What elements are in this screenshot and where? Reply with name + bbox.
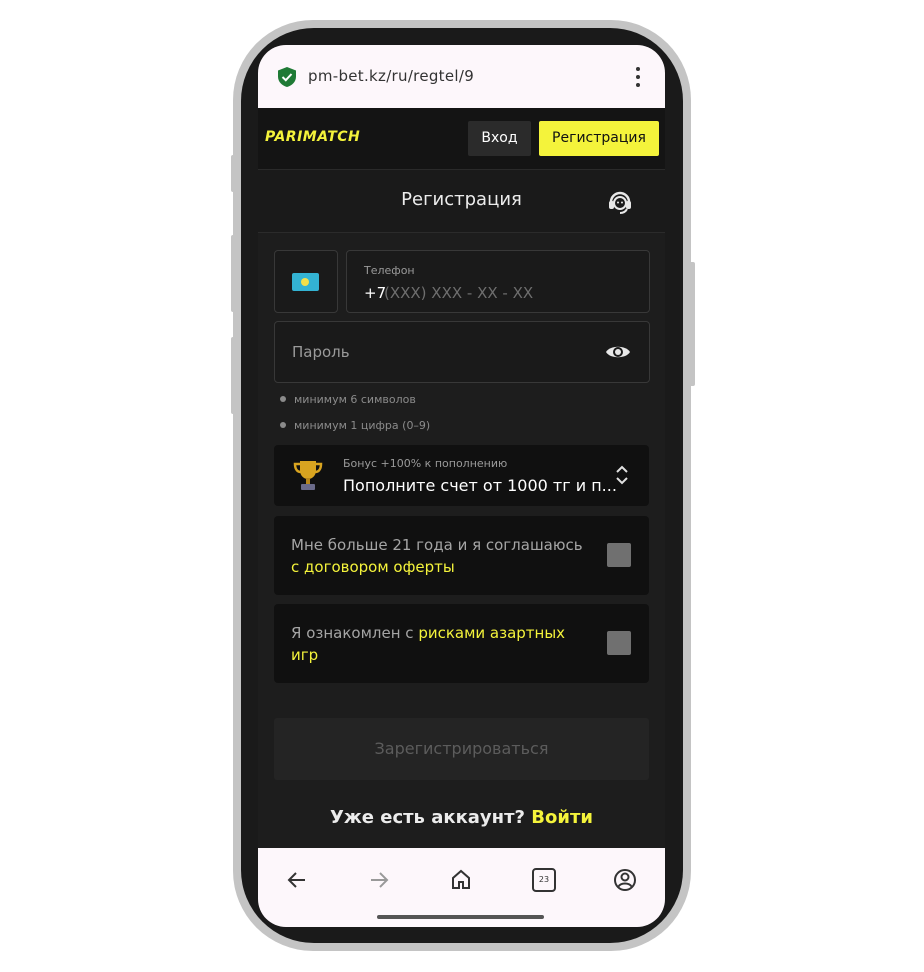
back-icon[interactable] xyxy=(285,868,309,892)
password-placeholder: Пароль xyxy=(292,343,350,361)
password-rule-text: минимум 6 символов xyxy=(294,393,416,406)
support-icon[interactable] xyxy=(607,190,633,214)
phone-input[interactable]: Телефон +7 (XXX) XXX - XX - XX xyxy=(346,250,650,313)
parimatch-logo[interactable]: PARIMATCH xyxy=(265,129,360,145)
page-title-bar: Регистрация xyxy=(258,170,665,233)
password-input[interactable]: Пароль xyxy=(274,321,650,383)
page-title: Регистрация xyxy=(401,189,522,210)
phone-label: Телефон xyxy=(364,264,415,277)
tabs-icon[interactable]: 23 xyxy=(532,868,556,892)
forward-icon[interactable] xyxy=(367,868,391,892)
offer-agreement-link[interactable]: с договором оферты xyxy=(291,558,455,576)
risk-consent-text: Я ознакомлен с рисками азартных игр xyxy=(291,624,566,664)
age-consent-box[interactable]: Мне больше 21 года и я соглашаюсь с дого… xyxy=(274,516,649,595)
age-consent-checkbox[interactable] xyxy=(607,543,631,567)
bonus-value: Пополните счет от 1000 тг и п... xyxy=(343,476,617,495)
browser-url-bar[interactable]: pm-bet.kz/ru/regtel/9 xyxy=(258,45,665,108)
bonus-selector[interactable]: Бонус +100% к пополнению Пополните счет … xyxy=(274,445,649,506)
browser-nav-bar: 23 xyxy=(258,848,665,927)
trophy-icon xyxy=(293,461,323,490)
bonus-label: Бонус +100% к пополнению xyxy=(343,457,508,470)
risk-consent-checkbox[interactable] xyxy=(607,631,631,655)
phone-side-button xyxy=(689,262,695,386)
submit-register-button[interactable]: Зарегистрироваться xyxy=(274,718,649,780)
password-rule: минимум 6 символов xyxy=(280,393,416,406)
more-vert-icon[interactable] xyxy=(635,67,641,89)
phone-placeholder: (XXX) XXX - XX - XX xyxy=(384,284,534,302)
eye-icon[interactable] xyxy=(605,343,631,361)
risk-consent-box[interactable]: Я ознакомлен с рисками азартных игр xyxy=(274,604,649,683)
password-rule-text: минимум 1 цифра (0–9) xyxy=(294,419,431,432)
phone-side-button xyxy=(231,337,237,414)
phone-side-button xyxy=(231,235,237,312)
url-text[interactable]: pm-bet.kz/ru/regtel/9 xyxy=(308,67,474,85)
age-consent-text: Мне больше 21 года и я соглашаюсь с дого… xyxy=(291,536,583,576)
shield-icon xyxy=(278,67,296,87)
have-account-text: Уже есть аккаунт? xyxy=(329,807,532,828)
password-rule: минимум 1 цифра (0–9) xyxy=(280,419,430,432)
kazakhstan-flag-icon xyxy=(292,273,319,291)
chevron-updown-icon xyxy=(616,465,628,485)
phone-prefix: +7 xyxy=(364,284,387,302)
login-button[interactable]: Вход xyxy=(468,121,531,156)
login-link[interactable]: Войти xyxy=(531,807,593,828)
phone-screen: pm-bet.kz/ru/regtel/9 PARIMATCH Вход Рег… xyxy=(258,45,665,927)
gesture-bar xyxy=(377,915,544,919)
country-selector[interactable] xyxy=(274,250,338,313)
site-header: PARIMATCH Вход Регистрация xyxy=(258,108,665,170)
phone-side-button xyxy=(231,155,237,192)
register-button[interactable]: Регистрация xyxy=(539,121,659,156)
home-icon[interactable] xyxy=(449,868,473,892)
account-icon[interactable] xyxy=(613,868,637,892)
have-account-row: Уже есть аккаунт? Войти xyxy=(258,807,665,828)
